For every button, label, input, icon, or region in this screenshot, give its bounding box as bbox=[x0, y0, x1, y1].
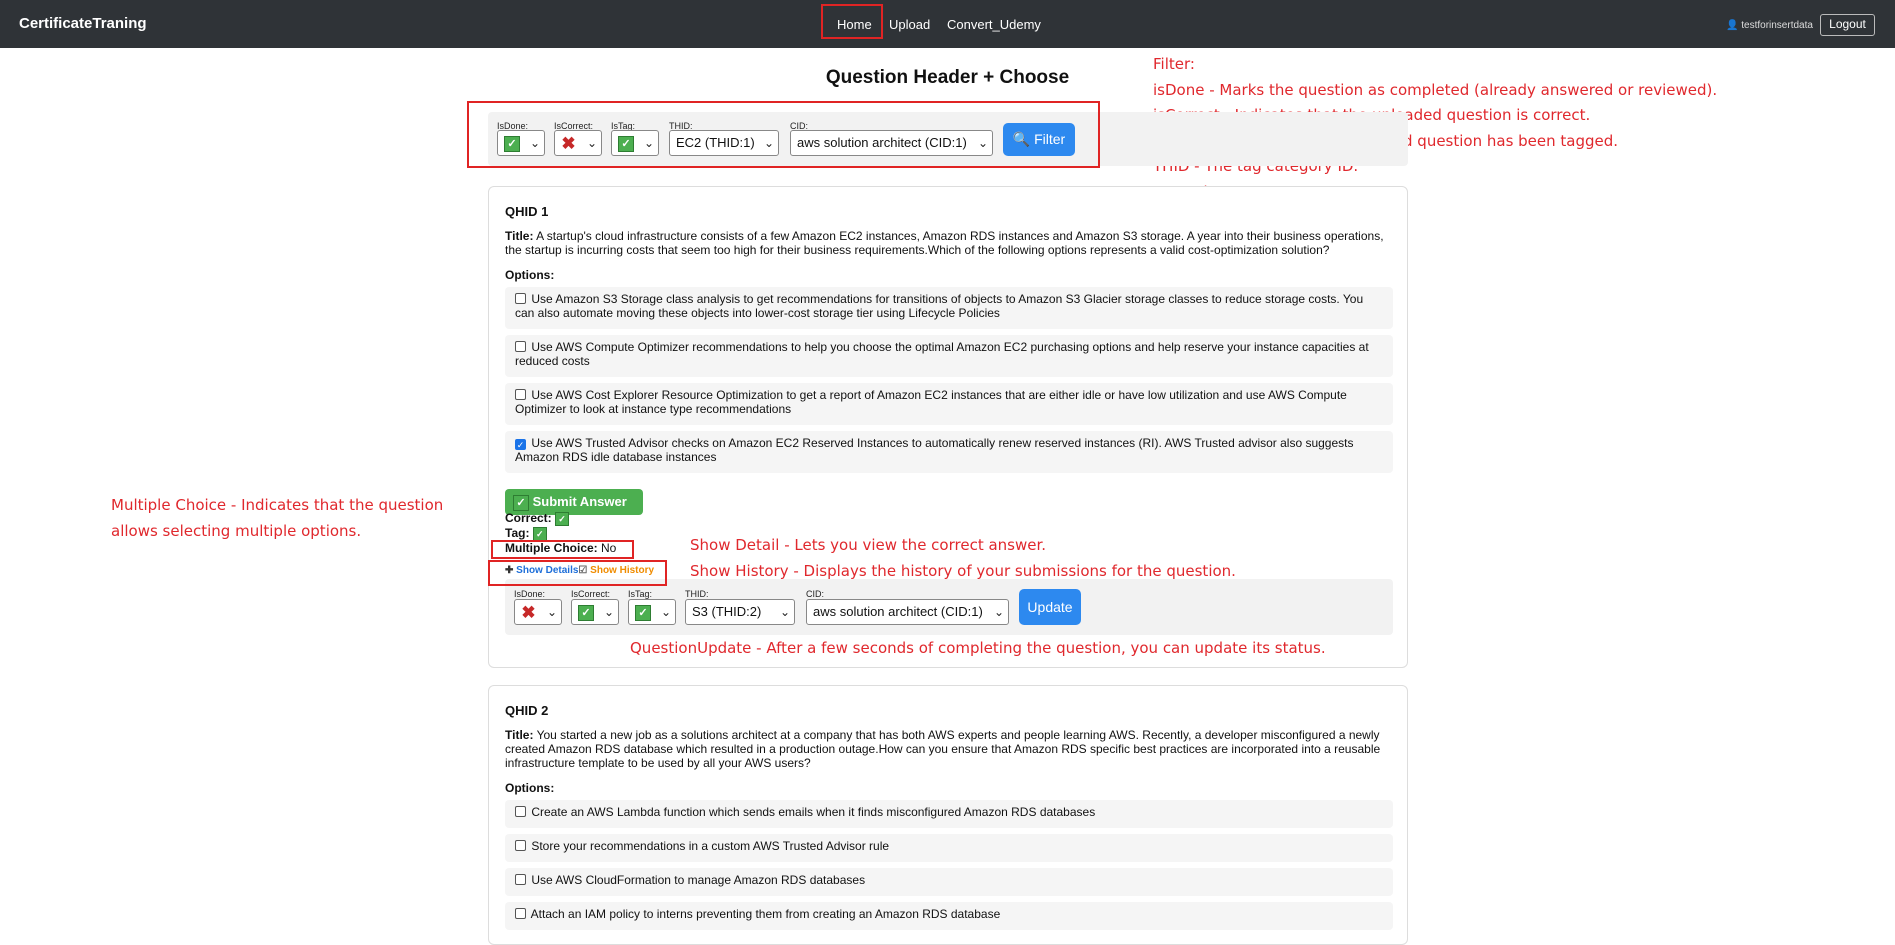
iscorrect-label: IsCorrect: bbox=[571, 589, 611, 599]
update-button[interactable]: Update bbox=[1019, 589, 1081, 625]
option-text: Store your recommendations in a custom A… bbox=[531, 839, 890, 853]
iscorrect-select[interactable]: ✓ ⌄ bbox=[571, 599, 619, 625]
thid-value: S3 (THID:2) bbox=[692, 604, 762, 619]
highlight-home bbox=[821, 4, 883, 39]
logout-button[interactable]: Logout bbox=[1820, 14, 1875, 36]
option-item[interactable]: Use AWS CloudFormation to manage Amazon … bbox=[505, 868, 1393, 896]
option-text: Use AWS Trusted Advisor checks on Amazon… bbox=[515, 436, 1354, 464]
annotation-line: isDone - Marks the question as completed… bbox=[1153, 80, 1718, 99]
question-id: QHID 2 bbox=[505, 703, 549, 718]
highlight-detail-links bbox=[488, 560, 667, 586]
option-checkbox[interactable] bbox=[515, 293, 526, 304]
option-text: Use AWS Compute Optimizer recommendation… bbox=[515, 340, 1369, 368]
annotation-line: Show Detail - Lets you view the correct … bbox=[690, 536, 1047, 554]
option-text: Use AWS Cost Explorer Resource Optimizat… bbox=[515, 388, 1347, 416]
option-text: Use Amazon S3 Storage class analysis to … bbox=[515, 292, 1364, 320]
option-text: Create an AWS Lambda function which send… bbox=[531, 805, 1096, 819]
check-icon: ✓ bbox=[555, 511, 570, 526]
question-card: QHID 1 Title: A startup's cloud infrastr… bbox=[488, 186, 1408, 668]
question-title: Title: A startup's cloud infrastructure … bbox=[505, 229, 1385, 257]
option-checkbox[interactable] bbox=[515, 341, 526, 352]
option-item[interactable]: Attach an IAM policy to interns preventi… bbox=[505, 902, 1393, 930]
istag-label: IsTag: bbox=[628, 589, 653, 599]
check-icon: ✓ bbox=[578, 604, 594, 621]
question-title: Title: You started a new job as a soluti… bbox=[505, 728, 1385, 770]
chevron-down-icon: ⌄ bbox=[993, 605, 1004, 619]
submit-answer-label: Submit Answer bbox=[532, 494, 627, 509]
cid-value: aws solution architect (CID:1) bbox=[813, 604, 983, 619]
title-text: You started a new job as a solutions arc… bbox=[505, 728, 1381, 770]
navbar: CertificateTraning Home Upload Convert_U… bbox=[0, 0, 1895, 48]
option-checkbox[interactable] bbox=[515, 874, 526, 885]
annotation-line: Show History - Displays the history of y… bbox=[690, 561, 1236, 580]
option-item[interactable]: ✓ Use AWS Trusted Advisor checks on Amaz… bbox=[505, 431, 1393, 473]
multiple-choice-annotation: Multiple Choice - Indicates that the que… bbox=[111, 493, 443, 544]
option-item[interactable]: Store your recommendations in a custom A… bbox=[505, 834, 1393, 862]
option-checkbox[interactable] bbox=[515, 389, 526, 400]
annotation-line: Filter: bbox=[1153, 55, 1195, 73]
highlight-multiple-choice bbox=[491, 540, 634, 559]
tag-status: Tag: ✓ bbox=[505, 526, 547, 541]
annotation-line: allows selecting multiple options. bbox=[111, 521, 362, 540]
isdone-select[interactable]: ✖ ⌄ bbox=[514, 599, 562, 625]
nav-upload[interactable]: Upload bbox=[889, 17, 930, 32]
title-label: Title: bbox=[505, 229, 534, 243]
user-icon: 👤 bbox=[1726, 20, 1739, 31]
page-title: Question Header + Choose bbox=[825, 67, 1070, 88]
option-item[interactable]: Use AWS Compute Optimizer recommendation… bbox=[505, 335, 1393, 377]
cid-select[interactable]: aws solution architect (CID:1) ⌄ bbox=[806, 599, 1009, 625]
username: testforinsertdata bbox=[1741, 20, 1813, 31]
istag-select[interactable]: ✓ ⌄ bbox=[628, 599, 676, 625]
option-text: Use AWS CloudFormation to manage Amazon … bbox=[531, 873, 866, 887]
question-id: QHID 1 bbox=[505, 204, 549, 219]
correct-label: Correct: bbox=[505, 511, 552, 525]
thid-label: THID: bbox=[685, 589, 709, 599]
cid-label: CID: bbox=[806, 589, 824, 599]
annotation-line: Multiple Choice - Indicates that the que… bbox=[111, 496, 444, 514]
option-checkbox[interactable] bbox=[515, 840, 526, 851]
brand-logo[interactable]: CertificateTraning bbox=[19, 15, 147, 32]
isdone-label: IsDone: bbox=[514, 589, 546, 599]
check-icon: ✓ bbox=[513, 494, 529, 511]
chevron-down-icon: ⌄ bbox=[603, 605, 614, 619]
show-details-annotation: Show Detail - Lets you view the correct … bbox=[690, 533, 1236, 584]
check-icon: ✓ bbox=[532, 526, 547, 541]
chevron-down-icon: ⌄ bbox=[660, 605, 671, 619]
highlight-filter bbox=[467, 101, 1100, 168]
correct-status: Correct: ✓ bbox=[505, 511, 570, 526]
option-text: Attach an IAM policy to interns preventi… bbox=[530, 907, 1001, 921]
question-card: QHID 2 Title: You started a new job as a… bbox=[488, 685, 1408, 945]
nav-convert-udemy[interactable]: Convert_Udemy bbox=[947, 17, 1041, 32]
option-checkbox-checked[interactable]: ✓ bbox=[515, 439, 526, 450]
question-update-annotation: QuestionUpdate - After a few seconds of … bbox=[630, 639, 1326, 657]
check-icon: ✓ bbox=[635, 604, 651, 621]
option-checkbox[interactable] bbox=[515, 806, 526, 817]
title-text: A startup's cloud infrastructure consist… bbox=[505, 229, 1384, 257]
tag-label: Tag: bbox=[505, 526, 530, 540]
options-label: Options: bbox=[505, 781, 555, 795]
chevron-down-icon: ⌄ bbox=[546, 605, 557, 619]
chevron-down-icon: ⌄ bbox=[779, 605, 790, 619]
option-item[interactable]: Use Amazon S3 Storage class analysis to … bbox=[505, 287, 1393, 329]
thid-select[interactable]: S3 (THID:2) ⌄ bbox=[685, 599, 795, 625]
option-item[interactable]: Use AWS Cost Explorer Resource Optimizat… bbox=[505, 383, 1393, 425]
cross-icon: ✖ bbox=[521, 603, 536, 623]
option-item[interactable]: Create an AWS Lambda function which send… bbox=[505, 800, 1393, 828]
user-menu[interactable]: 👤 testforinsertdata bbox=[1726, 20, 1813, 31]
options-label: Options: bbox=[505, 268, 555, 282]
title-label: Title: bbox=[505, 728, 534, 742]
